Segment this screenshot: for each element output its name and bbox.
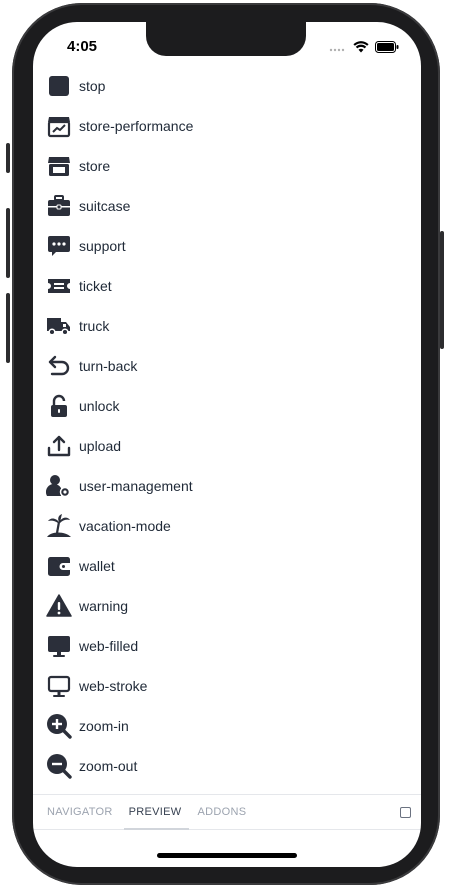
screen: 4:05 stop store-performance store suitca… xyxy=(33,22,421,867)
list-item-label: ticket xyxy=(79,278,112,294)
list-item-label: stop xyxy=(79,78,106,94)
notch xyxy=(146,22,306,56)
bottom-tab-bar: NAVIGATOR PREVIEW ADDONS xyxy=(33,794,421,830)
list-item-upload[interactable]: upload xyxy=(33,426,421,466)
icon-list: stop store-performance store suitcase su… xyxy=(33,66,421,786)
list-item-label: truck xyxy=(79,318,110,334)
list-item-label: support xyxy=(79,238,126,254)
signal-icon xyxy=(329,40,347,58)
list-item-zoom-out[interactable]: zoom-out xyxy=(33,746,421,786)
suitcase-icon xyxy=(46,193,72,219)
volume-down-button xyxy=(6,293,10,363)
store-icon xyxy=(46,153,72,179)
list-item-support[interactable]: support xyxy=(33,226,421,266)
list-item-zoom-in[interactable]: zoom-in xyxy=(33,706,421,746)
tab-navigator[interactable]: NAVIGATOR xyxy=(47,794,113,830)
list-item-wallet[interactable]: wallet xyxy=(33,546,421,586)
list-item-label: upload xyxy=(79,438,122,454)
list-item-web-stroke[interactable]: web-stroke xyxy=(33,666,421,706)
list-item-label: web-filled xyxy=(79,638,139,654)
list-item-vacation-mode[interactable]: vacation-mode xyxy=(33,506,421,546)
list-item-label: zoom-out xyxy=(79,758,138,774)
list-item-web-filled[interactable]: web-filled xyxy=(33,626,421,666)
vacation-mode-icon xyxy=(46,513,72,539)
list-item-store[interactable]: store xyxy=(33,146,421,186)
web-filled-icon xyxy=(46,633,72,659)
list-item-label: suitcase xyxy=(79,198,131,214)
list-item-label: store xyxy=(79,158,111,174)
list-item-label: vacation-mode xyxy=(79,518,171,534)
wifi-icon xyxy=(353,40,369,58)
user-management-icon xyxy=(46,473,72,499)
list-item-label: wallet xyxy=(79,558,115,574)
list-item-label: unlock xyxy=(79,398,120,414)
volume-up-button xyxy=(6,208,10,278)
list-item-label: web-stroke xyxy=(79,678,148,694)
zoom-out-icon xyxy=(46,753,72,779)
list-item-warning[interactable]: warning xyxy=(33,586,421,626)
warning-icon xyxy=(46,593,72,619)
list-item-label: turn-back xyxy=(79,358,138,374)
unlock-icon xyxy=(46,393,72,419)
list-item-label: warning xyxy=(79,598,129,614)
status-time: 4:05 xyxy=(67,38,98,55)
status-icons xyxy=(329,40,399,58)
list-item-truck[interactable]: truck xyxy=(33,306,421,346)
tab-addons[interactable]: ADDONS xyxy=(198,794,247,830)
list-item-suitcase[interactable]: suitcase xyxy=(33,186,421,226)
list-item-label: store-performance xyxy=(79,118,194,134)
wallet-icon xyxy=(46,553,72,579)
list-item-unlock[interactable]: unlock xyxy=(33,386,421,426)
tab-preview[interactable]: PREVIEW xyxy=(123,794,189,830)
stop-icon xyxy=(46,73,72,99)
list-item-label: zoom-in xyxy=(79,718,129,734)
support-icon xyxy=(46,233,72,259)
mute-switch xyxy=(6,143,10,173)
power-button xyxy=(440,231,444,349)
store-performance-icon xyxy=(46,113,72,139)
zoom-in-icon xyxy=(46,713,72,739)
list-item-ticket[interactable]: ticket xyxy=(33,266,421,306)
list-item-stop[interactable]: stop xyxy=(33,66,421,106)
list-item-user-management[interactable]: user-management xyxy=(33,466,421,506)
web-stroke-icon xyxy=(46,673,72,699)
turn-back-icon xyxy=(46,353,72,379)
battery-icon xyxy=(375,40,399,58)
truck-icon xyxy=(46,313,72,339)
home-indicator xyxy=(157,853,297,858)
ticket-icon xyxy=(46,273,72,299)
upload-icon xyxy=(46,433,72,459)
list-item-label: user-management xyxy=(79,478,193,494)
list-item-store-performance[interactable]: store-performance xyxy=(33,106,421,146)
list-item-turn-back[interactable]: turn-back xyxy=(33,346,421,386)
panel-toggle-checkbox[interactable] xyxy=(400,807,411,818)
